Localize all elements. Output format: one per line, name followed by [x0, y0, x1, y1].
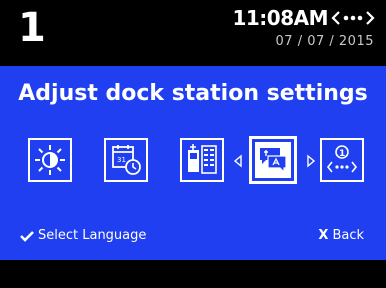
panel-title: Adjust dock station settings [18, 81, 368, 106]
panel-footer: Select Language X Back [0, 220, 386, 250]
settings-panel: Adjust dock station settings 31 1 Select… [0, 66, 386, 260]
connection-icon [330, 8, 376, 28]
clock-date: 07 / 07 / 2015 [275, 34, 374, 49]
check-icon [20, 229, 34, 243]
select-language-button[interactable]: Select Language [20, 228, 146, 244]
settings-icon-row: 31 1 [0, 134, 386, 190]
dock-keypad-icon[interactable] [180, 138, 224, 182]
device-screen: 1 11:08AM 07 / 07 / 2015 Adjust dock sta… [0, 0, 386, 288]
bottom-bar [0, 260, 386, 288]
close-icon: X [318, 228, 329, 243]
screen-number: 1 [18, 5, 46, 51]
connection-settings-icon[interactable]: 1 [320, 138, 364, 182]
arrow-left-icon [233, 153, 243, 168]
arrow-right-icon [306, 153, 316, 168]
back-label: Back [332, 228, 364, 243]
back-button[interactable]: X Back [318, 228, 364, 244]
language-icon[interactable] [249, 136, 297, 184]
date-time-icon[interactable]: 31 [104, 138, 148, 182]
brightness-icon[interactable] [28, 138, 72, 182]
select-language-label: Select Language [38, 228, 147, 243]
svg-text:1: 1 [339, 149, 345, 159]
clock-time: 11:08AM [232, 6, 328, 30]
svg-text:31: 31 [117, 156, 126, 164]
status-bar: 1 11:08AM 07 / 07 / 2015 [0, 0, 386, 66]
